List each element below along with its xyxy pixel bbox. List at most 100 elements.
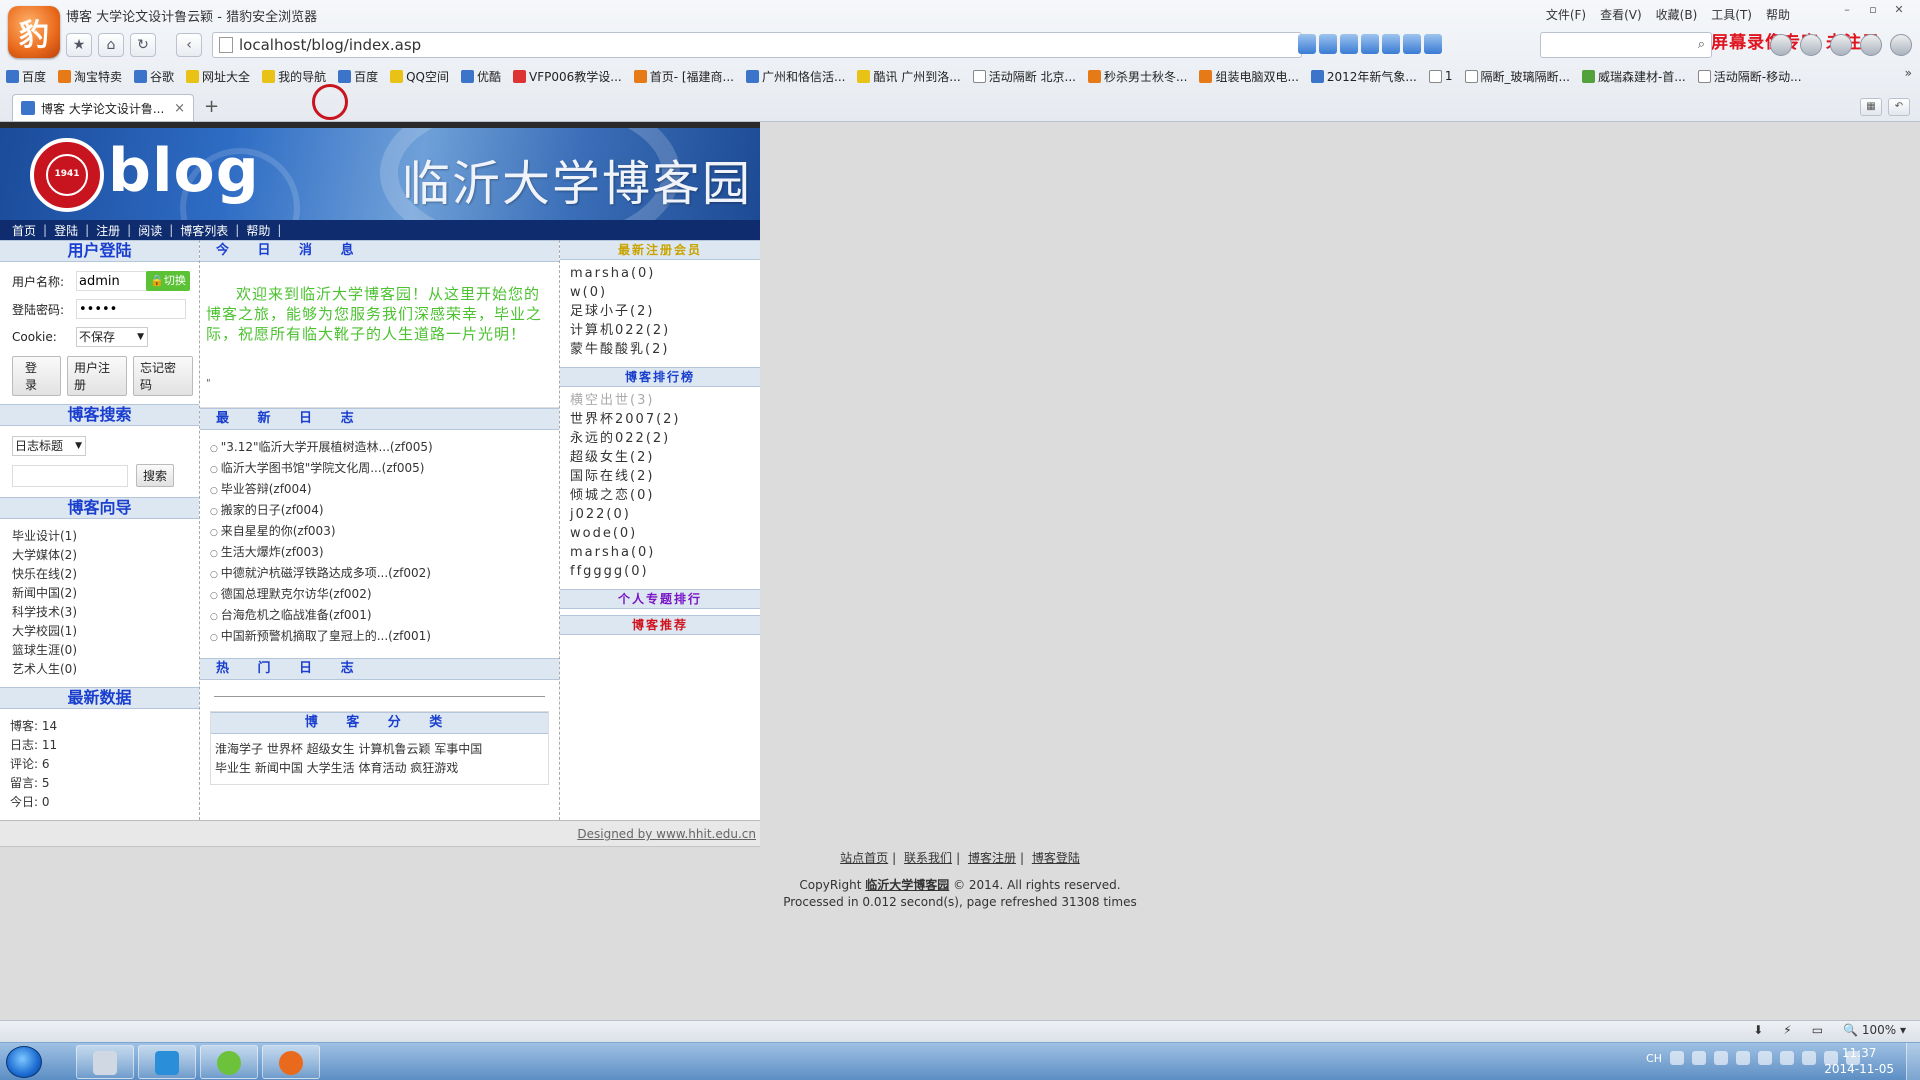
bookmark-item[interactable]: 隔断_玻璃隔断...	[1464, 68, 1570, 85]
menu-help[interactable]: 帮助	[1766, 6, 1790, 23]
latest-entry[interactable]: 来自星星的你(zf003)	[210, 522, 553, 543]
bookmark-item[interactable]: 活动隔断 北京...	[972, 68, 1076, 85]
member-item[interactable]: 蒙牛酸酸乳(2)	[570, 340, 750, 359]
nav-home[interactable]: 首页	[12, 222, 36, 239]
favorite-star-icon[interactable]: ★	[66, 33, 92, 57]
member-item[interactable]: 计算机022(2)	[570, 321, 750, 340]
search-icon[interactable]: ⌕	[1698, 37, 1705, 52]
latest-entry[interactable]: 毕业答辩(zf004)	[210, 480, 553, 501]
taskbar-app[interactable]	[262, 1045, 320, 1079]
guide-item[interactable]: 毕业设计(1)	[12, 527, 187, 546]
window-icon[interactable]: ▭	[1812, 1023, 1823, 1037]
tray-icon[interactable]	[1736, 1051, 1750, 1065]
zoom-control[interactable]: 🔍 100% ▾	[1843, 1023, 1906, 1037]
show-desktop-button[interactable]	[1906, 1043, 1920, 1080]
ranking-item[interactable]: 横空出世(3)	[570, 391, 750, 410]
category-line[interactable]: 淮海学子 世界杯 超级女生 计算机鲁云颖 军事中国	[215, 740, 544, 759]
guide-item[interactable]: 快乐在线(2)	[12, 565, 187, 584]
guide-item[interactable]: 科学技术(3)	[12, 603, 187, 622]
bookmark-item[interactable]: 1	[1428, 69, 1453, 83]
nav-login[interactable]: 登陆	[54, 222, 78, 239]
address-bar[interactable]: localhost/blog/index.asp	[212, 32, 1302, 58]
taskbar-app[interactable]	[76, 1045, 134, 1079]
ranking-item[interactable]: j022(0)	[570, 505, 750, 524]
guide-item[interactable]: 大学媒体(2)	[12, 546, 187, 565]
language-indicator[interactable]: CH	[1646, 1052, 1662, 1065]
bookmark-item[interactable]: 首页- [福建商...	[633, 68, 734, 85]
site-credit[interactable]: Designed by www.hhit.edu.cn	[0, 821, 760, 847]
blog-search-button[interactable]: 搜索	[136, 464, 175, 487]
bookmark-item[interactable]: 广州和恪信活...	[746, 68, 845, 85]
switch-user-button[interactable]: 🔒切换	[146, 271, 190, 291]
footer-link[interactable]: 博客注册	[968, 851, 1016, 865]
nav-blog-list[interactable]: 博客列表	[180, 222, 228, 239]
tool-icon[interactable]	[1298, 34, 1316, 54]
nav-read[interactable]: 阅读	[138, 222, 162, 239]
tool-icon[interactable]	[1403, 34, 1421, 54]
guide-item[interactable]: 艺术人生(0)	[12, 660, 187, 679]
extension-icon[interactable]	[1890, 34, 1912, 56]
menu-favorites[interactable]: 收藏(B)	[1656, 6, 1698, 23]
member-item[interactable]: 足球小子(2)	[570, 302, 750, 321]
forgot-password-button[interactable]: 忘记密码	[133, 356, 193, 396]
extension-icon[interactable]	[1860, 34, 1882, 56]
footer-link[interactable]: 站点首页	[840, 851, 888, 865]
guide-item[interactable]: 篮球生涯(0)	[12, 641, 187, 660]
menu-tools[interactable]: 工具(T)	[1711, 6, 1752, 23]
ranking-item[interactable]: 国际在线(2)	[570, 467, 750, 486]
bookmark-item[interactable]: 网址大全	[186, 68, 250, 85]
latest-entry[interactable]: "3.12"临沂大学开展植树造林...(zf005)	[210, 438, 553, 459]
bookmark-item[interactable]: 谷歌	[134, 68, 174, 85]
bookmarks-more-icon[interactable]: »	[1905, 66, 1912, 80]
speed-icon[interactable]: ⚡	[1783, 1023, 1791, 1037]
start-button[interactable]	[6, 1046, 42, 1078]
ranking-item[interactable]: marsha(0)	[570, 543, 750, 562]
tab-grid-icon[interactable]: ▦	[1860, 98, 1882, 116]
refresh-icon[interactable]: ↻	[130, 33, 156, 57]
guide-item[interactable]: 大学校园(1)	[12, 622, 187, 641]
ranking-item[interactable]: wode(0)	[570, 524, 750, 543]
bookmark-item[interactable]: 组装电脑双电...	[1199, 68, 1299, 85]
tool-icon[interactable]	[1361, 34, 1379, 54]
register-button[interactable]: 用户注册	[67, 356, 127, 396]
bookmark-item[interactable]: 威瑞森建材-首...	[1581, 68, 1686, 85]
tray-icon[interactable]	[1780, 1051, 1794, 1065]
browser-search-input[interactable]: ⌕	[1540, 32, 1712, 58]
home-icon[interactable]: ⌂	[98, 33, 124, 57]
bookmark-item[interactable]: 百度	[338, 68, 378, 85]
undo-close-icon[interactable]: ↶	[1888, 98, 1910, 116]
latest-entry[interactable]: 生活大爆炸(zf003)	[210, 543, 553, 564]
guide-item[interactable]: 新闻中国(2)	[12, 584, 187, 603]
ranking-item[interactable]: ffgggg(0)	[570, 562, 750, 581]
tool-icon[interactable]	[1382, 34, 1400, 54]
member-item[interactable]: w(0)	[570, 283, 750, 302]
menu-view[interactable]: 查看(V)	[1600, 6, 1642, 23]
nav-register[interactable]: 注册	[96, 222, 120, 239]
cookie-select[interactable]: 不保存	[76, 327, 148, 347]
footer-link[interactable]: 博客登陆	[1032, 851, 1080, 865]
tab-active[interactable]: 博客 大学论文设计鲁... ×	[12, 94, 194, 121]
ranking-item[interactable]: 倾城之恋(0)	[570, 486, 750, 505]
extension-icon[interactable]	[1830, 34, 1852, 56]
tray-icon[interactable]	[1670, 1051, 1684, 1065]
browser-logo-icon[interactable]: 豹	[8, 6, 60, 58]
bookmark-item[interactable]: 百度	[6, 68, 46, 85]
extension-icon[interactable]	[1770, 34, 1792, 56]
latest-entry[interactable]: 中国新预警机摘取了皇冠上的...(zf001)	[210, 627, 553, 648]
menu-file[interactable]: 文件(F)	[1546, 6, 1586, 23]
taskbar-app[interactable]	[200, 1045, 258, 1079]
back-icon[interactable]: ‹	[176, 33, 202, 57]
member-item[interactable]: marsha(0)	[570, 264, 750, 283]
latest-entry[interactable]: 中德就沪杭磁浮铁路达成多项...(zf002)	[210, 564, 553, 585]
tool-icon[interactable]	[1424, 34, 1442, 54]
download-icon[interactable]: ⬇	[1753, 1023, 1763, 1037]
bookmark-item[interactable]: 秒杀男士秋冬...	[1087, 68, 1187, 85]
bookmark-item[interactable]: 2012年新气象...	[1310, 68, 1417, 85]
new-tab-button[interactable]: +	[204, 96, 219, 117]
close-window-icon[interactable]: ✕	[1888, 2, 1910, 18]
bookmark-item[interactable]: 优酷	[461, 68, 501, 85]
taskbar-app[interactable]	[138, 1045, 196, 1079]
bookmark-item[interactable]: VFP006教学设...	[513, 68, 622, 85]
tool-icon[interactable]	[1319, 34, 1337, 54]
latest-entry[interactable]: 临沂大学图书馆"学院文化周...(zf005)	[210, 459, 553, 480]
